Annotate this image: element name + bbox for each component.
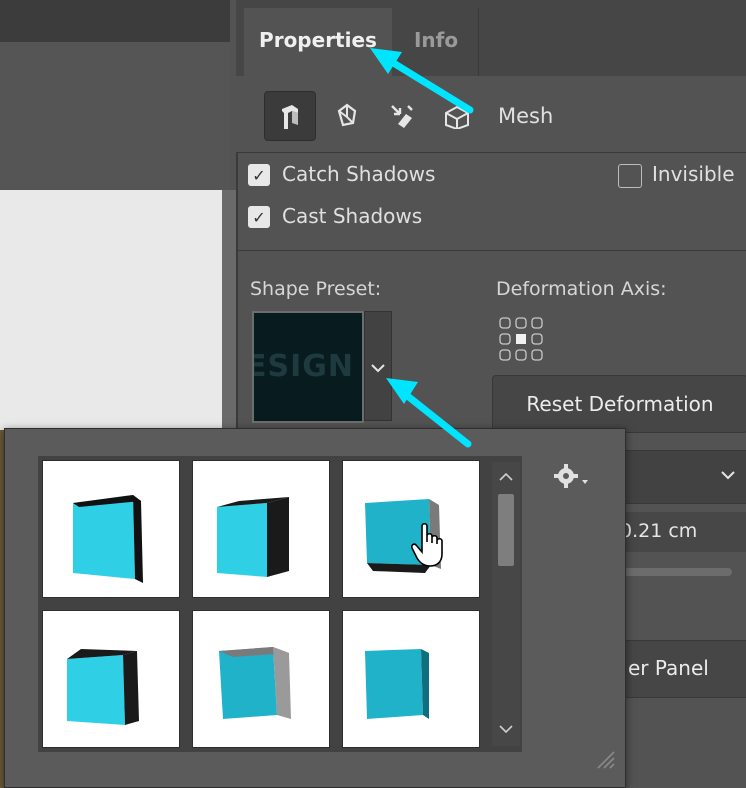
invisible-label: Invisible [652,162,735,186]
canvas-pasteboard [0,42,230,190]
catch-shadows-checkbox[interactable]: ✓ [248,164,270,186]
scrollbar-thumb[interactable] [498,494,514,566]
slider-track[interactable] [622,568,732,576]
cube-preset-icon [365,649,429,719]
annotation-arrow-tab [370,48,474,114]
shape-preset-swatch[interactable]: ESIGN [252,311,364,423]
cube-preset-icon [67,649,139,725]
scroll-down-icon[interactable] [498,724,514,734]
canvas-edge [222,190,236,430]
value-text: 0.21 cm [620,520,698,542]
deformation-axis-label: Deformation Axis: [496,278,667,300]
preset-tile-4[interactable] [42,610,180,748]
cast-shadows-checkbox[interactable]: ✓ [248,206,270,228]
mesh-tool-button[interactable] [264,91,316,141]
hand-cursor-icon [411,522,443,567]
swatch-watermark: ESIGN [252,349,354,384]
annotation-arrow-dropdown [386,378,472,448]
cube-preset-icon [219,647,291,719]
resize-grip-icon[interactable] [594,748,616,770]
mesh-icon [282,105,298,129]
preset-tile-6[interactable] [342,610,480,748]
panel-button-label: er Panel [628,656,709,680]
preset-tile-5[interactable] [192,610,330,748]
gear-icon[interactable] [552,462,592,492]
cast-shadows-label: Cast Shadows [282,204,423,228]
dropdown-partial[interactable] [620,450,746,504]
cube-preset-icon [73,495,143,583]
document-canvas[interactable] [0,190,222,430]
canvas-header [0,0,230,42]
shape-preset-label: Shape Preset: [250,278,382,300]
chevron-down-icon [721,471,735,480]
reset-deformation-button[interactable]: Reset Deformation [492,375,746,433]
catch-shadows-label: Catch Shadows [282,162,436,186]
divider [236,250,746,251]
preset-tile-2[interactable] [192,460,330,598]
preset-tile-1[interactable] [42,460,180,598]
mode-label: Mesh [498,104,554,128]
scroll-up-icon[interactable] [498,472,514,482]
cube-preset-icon [217,497,289,577]
deformation-axis-widget[interactable] [498,316,546,362]
divider [236,152,746,153]
invisible-checkbox[interactable] [618,164,642,188]
